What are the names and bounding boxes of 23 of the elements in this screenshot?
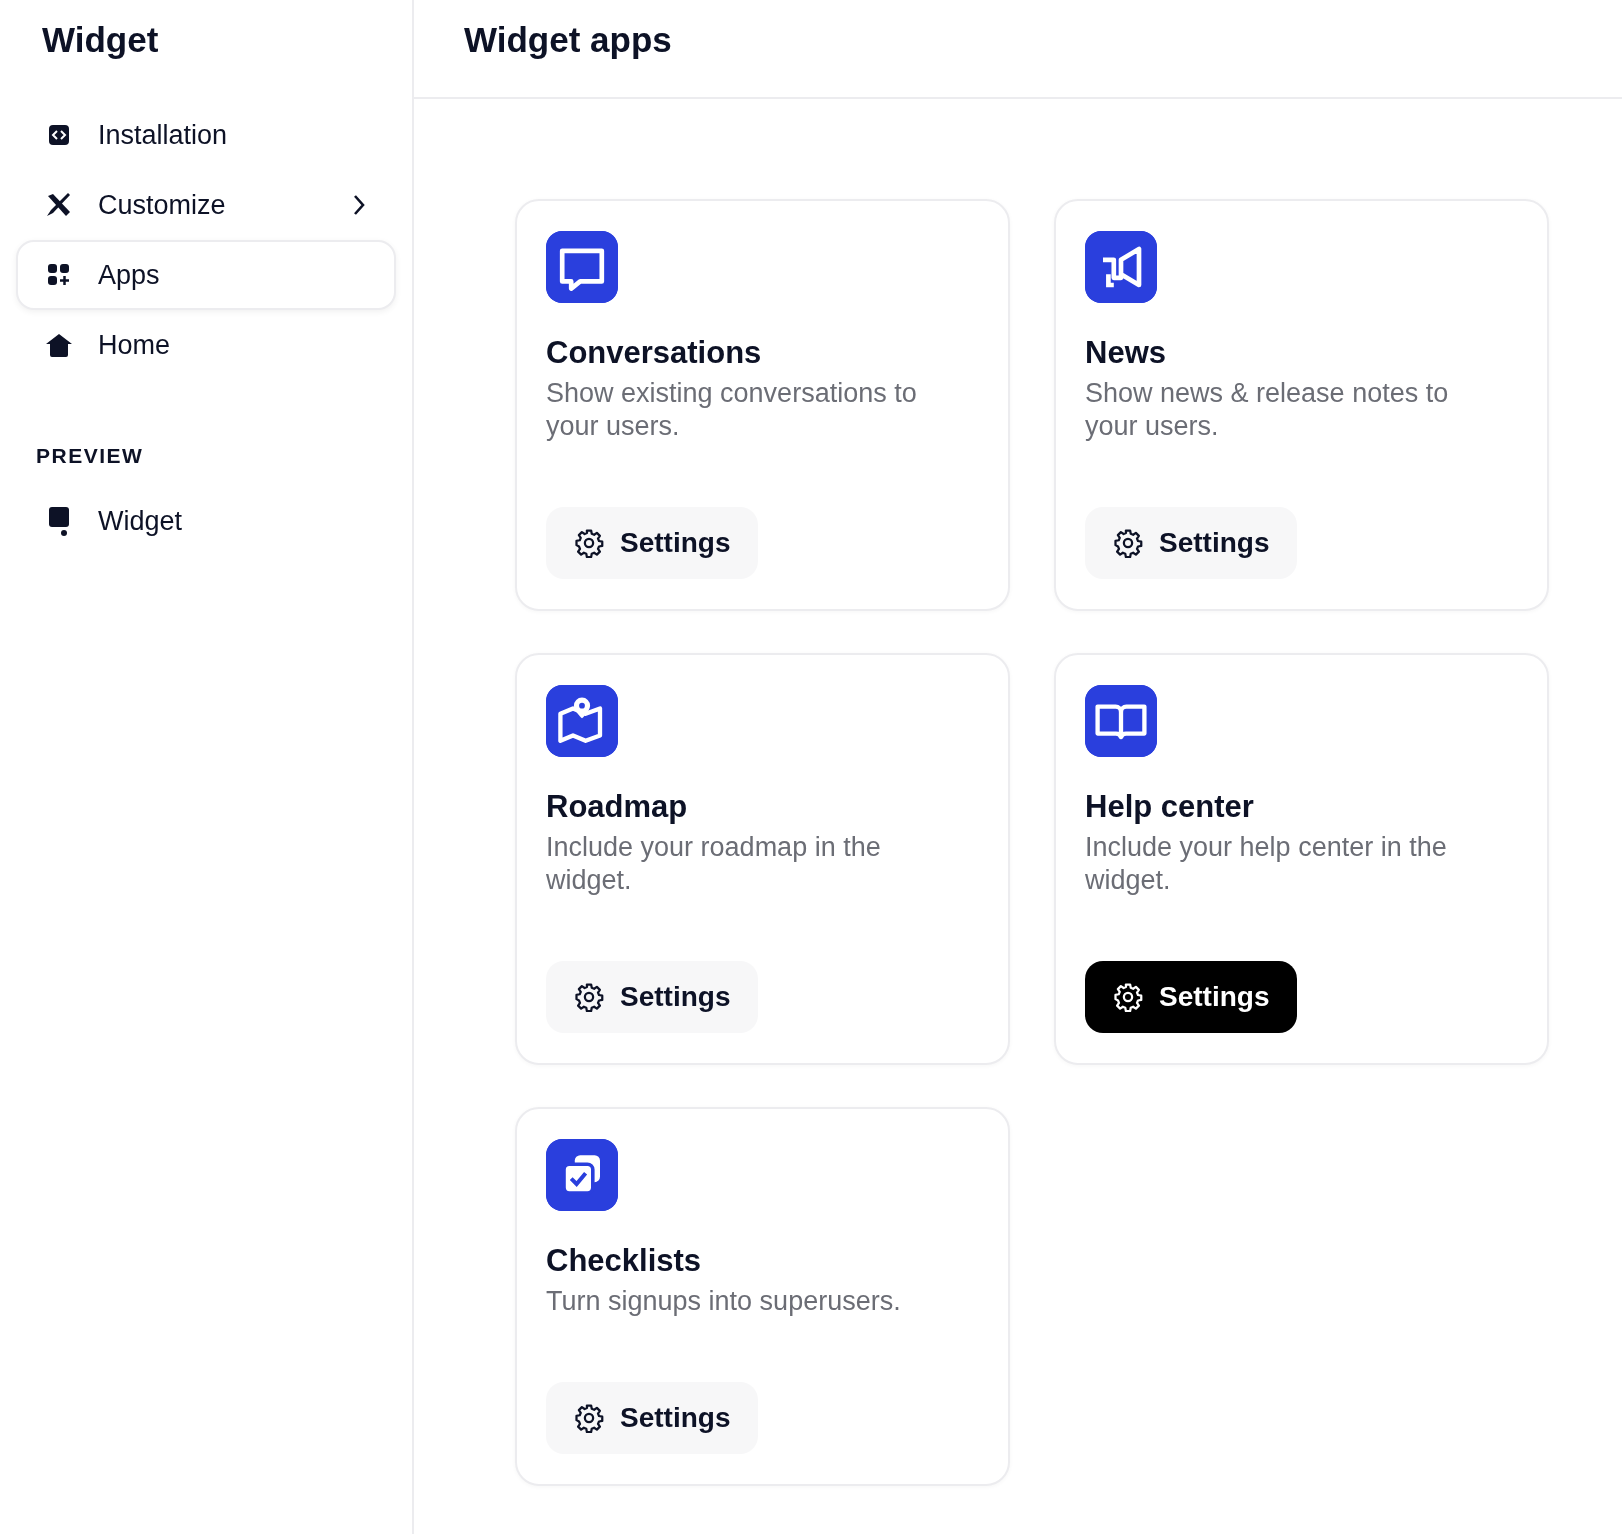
section-heading: PREVIEW <box>36 444 145 468</box>
sidebar-item[interactable]: Apps <box>16 240 396 310</box>
sidebar-item[interactable]: Home <box>16 310 396 380</box>
settings-button[interactable]: Settings <box>1085 507 1298 579</box>
sidebar-item[interactable]: Customize <box>16 170 396 240</box>
sidebar-title: Widget <box>42 20 160 60</box>
app-title: Conversations <box>546 335 763 371</box>
settings-button[interactable]: Settings <box>546 1382 759 1454</box>
app-title: Roadmap <box>546 789 689 825</box>
sidebar-item[interactable]: Installation <box>16 100 396 170</box>
app-title: News <box>1085 335 1167 371</box>
sidebar-item[interactable]: Widget <box>16 486 396 556</box>
app-description: Show existing conversations to your users. <box>546 377 918 443</box>
settings-button[interactable]: Settings <box>546 961 759 1033</box>
page-title: Widget apps <box>464 20 673 60</box>
app-title: Help center <box>1085 789 1255 825</box>
app-description: Turn signups into superusers. <box>546 1285 902 1318</box>
settings-button[interactable]: Settings <box>546 507 759 579</box>
app-description: Include your help center in the widget. <box>1085 831 1448 897</box>
app-description: Include your roadmap in the widget. <box>546 831 882 897</box>
settings-button[interactable]: Settings <box>1085 961 1298 1033</box>
app-description: Show news & release notes to your users. <box>1085 377 1450 443</box>
app-title: Checklists <box>546 1243 703 1279</box>
